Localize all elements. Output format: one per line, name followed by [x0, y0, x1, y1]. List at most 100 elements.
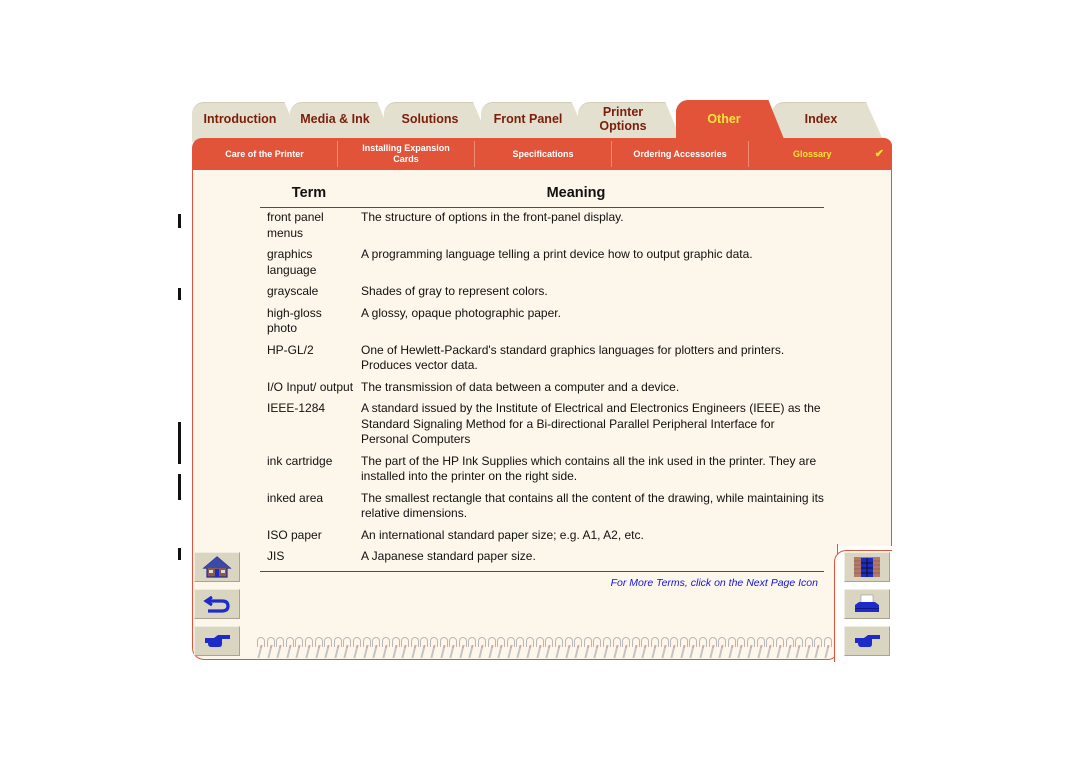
- spiral-coil: [323, 637, 333, 661]
- table-bottom-rule: [260, 570, 824, 572]
- spiral-coil: [535, 637, 544, 661]
- contents-icon: [854, 557, 880, 577]
- meaning-cell: A Japanese standard paper size.: [361, 549, 536, 563]
- spiral-coil: [669, 637, 679, 661]
- main-tabs: Introduction Media & Ink Solutions Front…: [192, 100, 892, 144]
- change-bar: [178, 288, 181, 300]
- table-row: I/O Input/ output The transmission of dat…: [260, 380, 824, 396]
- spiral-coil: [573, 637, 583, 661]
- spiral-coil: [746, 637, 756, 661]
- spiral-coil: [602, 637, 611, 661]
- checkmark-icon: ✔: [874, 147, 884, 160]
- spiral-coil: [698, 637, 708, 661]
- spiral-coil: [823, 637, 832, 661]
- tab-media-ink[interactable]: Media & Ink: [290, 102, 394, 142]
- more-terms-link[interactable]: For More Terms, click on the Next Page I…: [260, 577, 824, 589]
- print-button[interactable]: [844, 589, 890, 619]
- print-icon: [855, 594, 879, 612]
- table-header: Term Meaning: [260, 178, 824, 208]
- contents-button[interactable]: [844, 552, 890, 582]
- glossary-table: Term Meaning front panel menus The struct…: [260, 178, 824, 589]
- subnav-glossary[interactable]: Glossary ✔: [749, 141, 892, 167]
- spiral-coil: [736, 637, 746, 661]
- spiral-coil: [275, 637, 285, 661]
- meaning-cell: Shades of gray to represent colors.: [361, 284, 548, 298]
- spiral-coil: [727, 637, 736, 661]
- spiral-coil: [756, 637, 765, 661]
- term-cell: ink cartridge: [267, 453, 333, 468]
- tab-solutions[interactable]: Solutions: [384, 102, 490, 142]
- subnav-care-of-printer[interactable]: Care of the Printer: [192, 141, 338, 167]
- tab-index[interactable]: Index: [772, 102, 884, 142]
- home-icon: [202, 556, 232, 578]
- spiral-coil: [660, 637, 669, 661]
- spiral-coil: [525, 637, 535, 661]
- spiral-coil: [439, 637, 448, 661]
- spiral-coil: [333, 637, 342, 661]
- subnav-ordering-accessories[interactable]: Ordering Accessories: [612, 141, 749, 167]
- tab-introduction[interactable]: Introduction: [192, 102, 302, 142]
- spiral-coil: [352, 637, 362, 661]
- table-row: ISO paper An international standard paper…: [260, 528, 824, 544]
- home-button[interactable]: [194, 552, 240, 582]
- spiral-coil: [583, 637, 592, 661]
- spiral-coil: [410, 637, 419, 661]
- change-bar: [178, 214, 181, 228]
- spiral-coil: [487, 637, 496, 661]
- next-page-button[interactable]: [194, 626, 240, 656]
- spiral-coil: [496, 637, 506, 661]
- spiral-coil: [467, 637, 477, 661]
- term-cell: IEEE-1284: [267, 401, 326, 415]
- term-cell: ISO paper: [267, 527, 322, 542]
- spiral-coil: [314, 637, 323, 661]
- sub-navigation: Care of the Printer Installing Expansion…: [192, 138, 892, 170]
- meaning-cell: The part of the HP Ink Supplies which co…: [361, 453, 817, 484]
- column-header-term: Term: [291, 184, 327, 201]
- meaning-cell: A standard issued by the Institute of El…: [361, 401, 821, 446]
- next-page-button-right[interactable]: [844, 626, 890, 656]
- spiral-coil: [256, 637, 265, 661]
- change-bar: [178, 474, 181, 500]
- spiral-coil: [612, 637, 621, 661]
- spiral-coil: [564, 637, 573, 661]
- subnav-installing-expansion-cards[interactable]: Installing Expansion Cards: [338, 141, 475, 167]
- term-cell: front panel menus: [267, 210, 324, 240]
- spiral-coil: [813, 637, 823, 661]
- spiral-coil: [794, 637, 804, 661]
- spiral-coil: [515, 637, 525, 661]
- change-bar: [178, 422, 181, 464]
- meaning-cell: The structure of options in the front-pa…: [361, 210, 624, 224]
- spiral-coil: [458, 637, 467, 661]
- tab-front-panel[interactable]: Front Panel: [481, 102, 589, 142]
- spiral-coil: [419, 637, 429, 661]
- spiral-coil: [391, 637, 400, 661]
- spiral-coil: [362, 637, 371, 661]
- next-page-icon: [855, 635, 880, 647]
- table-row: front panel menus The structure of option…: [260, 210, 824, 241]
- spiral-coil: [679, 637, 688, 661]
- meaning-cell: A programming language telling a print d…: [361, 247, 753, 261]
- spiral-binding: [256, 637, 832, 661]
- spiral-coil: [640, 637, 650, 661]
- table-row: grayscale Shades of gray to represent col…: [260, 284, 824, 300]
- tab-printer-options[interactable]: Printer Options: [578, 102, 682, 142]
- spiral-coil: [717, 637, 727, 661]
- term-cell: grayscale: [267, 284, 319, 298]
- spiral-coil: [342, 637, 352, 661]
- spiral-coil: [371, 637, 381, 661]
- term-cell: JIS: [267, 549, 285, 563]
- subnav-specifications[interactable]: Specifications: [475, 141, 612, 167]
- spiral-coil: [294, 637, 304, 661]
- spiral-coil: [448, 637, 458, 661]
- back-button[interactable]: [194, 589, 240, 619]
- term-cell: I/O Input/ output: [267, 379, 354, 394]
- spiral-coil: [785, 637, 794, 661]
- spiral-coil: [708, 637, 717, 661]
- table-row: IEEE-1284 A standard issued by the Instit…: [260, 401, 824, 448]
- meaning-cell: One of Hewlett-Packard's standard graphi…: [361, 342, 785, 373]
- spiral-coil: [429, 637, 438, 661]
- meaning-cell: The transmission of data between a compu…: [361, 379, 680, 394]
- table-row: ink cartridge The part of the HP Ink Supp…: [260, 454, 824, 485]
- spiral-coil: [400, 637, 410, 661]
- term-cell: HP-GL/2: [267, 342, 314, 357]
